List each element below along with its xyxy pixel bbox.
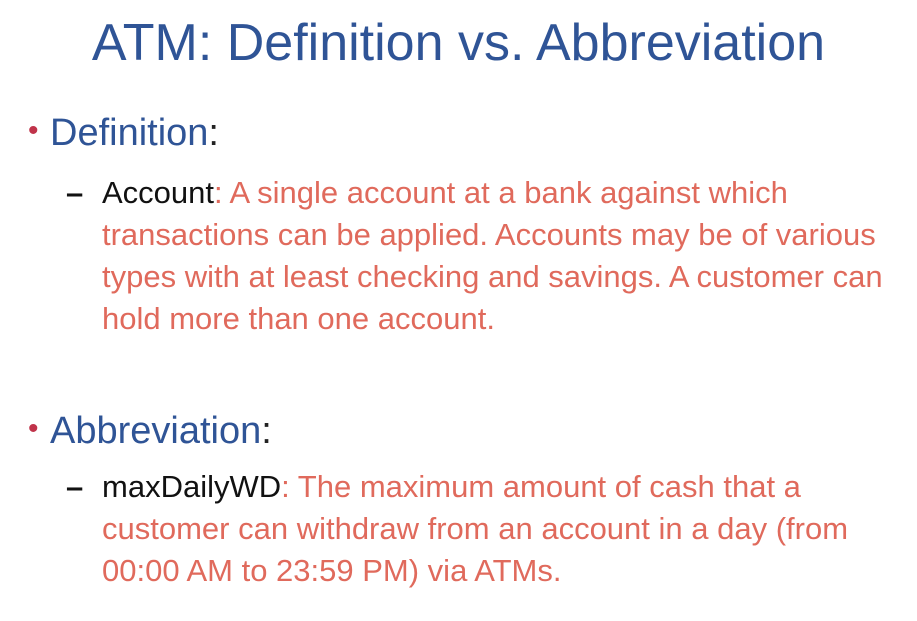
- definition-term: Account: [102, 175, 215, 210]
- definition-text: Account: A single account at a bank agai…: [66, 172, 901, 340]
- bullet-dot-icon: •: [28, 412, 39, 445]
- abbreviation-heading: Abbreviation: [50, 410, 262, 452]
- slide: ATM: Definition vs. Abbreviation • Defin…: [0, 0, 917, 621]
- abbreviation-text: maxDailyWD: The maximum amount of cash t…: [66, 466, 901, 592]
- abbreviation-term: maxDailyWD: [102, 469, 282, 504]
- dash-icon: –: [66, 175, 84, 210]
- definition-colon: :: [208, 112, 219, 154]
- dash-icon: –: [66, 469, 84, 504]
- slide-title: ATM: Definition vs. Abbreviation: [91, 14, 826, 72]
- definition-body: : A single account at a bank against whi…: [102, 175, 883, 336]
- definition-subitem: – Account: A single account at a bank ag…: [66, 172, 901, 340]
- abbreviation-subitem: – maxDailyWD: The maximum amount of cash…: [66, 466, 901, 592]
- bullet-dot-icon: •: [28, 114, 39, 147]
- abbreviation-colon: :: [261, 410, 272, 452]
- definition-heading: Definition: [50, 112, 209, 154]
